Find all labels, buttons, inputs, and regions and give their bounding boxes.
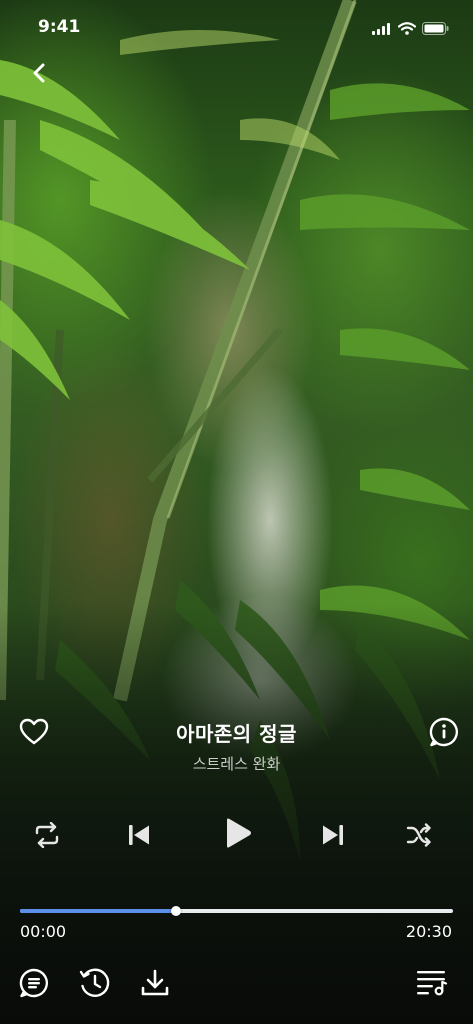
progress-slider[interactable]	[20, 902, 453, 920]
status-bar: 9:41	[0, 0, 473, 56]
bottom-gradient-overlay	[0, 604, 473, 1024]
status-icons	[372, 20, 449, 39]
elapsed-time: 00:00	[20, 922, 67, 941]
download-icon	[140, 968, 170, 1002]
play-button[interactable]	[220, 817, 256, 853]
lyrics-button[interactable]	[18, 968, 50, 1002]
text-bubble-icon	[19, 968, 49, 1002]
chevron-left-icon	[32, 62, 46, 88]
track-title: 아마존의 정글	[176, 722, 297, 746]
playlist-icon	[415, 968, 449, 1000]
skip-previous-icon	[127, 823, 151, 851]
back-button[interactable]	[24, 60, 54, 90]
skip-next-icon	[321, 823, 345, 851]
battery-icon	[422, 20, 449, 39]
track-subtitle: 스트레스 완화	[192, 755, 281, 773]
track-info: 아마존의 정글 스트레스 완화	[0, 718, 473, 774]
progress-fill	[20, 909, 176, 913]
next-button[interactable]	[318, 822, 348, 852]
progress-thumb[interactable]	[170, 906, 181, 916]
repeat-icon	[33, 821, 61, 852]
total-duration: 20:30	[405, 922, 452, 941]
status-time: 9:41	[38, 17, 81, 37]
previous-button[interactable]	[124, 822, 154, 852]
download-button[interactable]	[138, 968, 172, 1002]
shuffle-button[interactable]	[404, 822, 434, 852]
sleep-timer-button[interactable]	[78, 968, 112, 1002]
shuffle-icon	[406, 823, 432, 851]
wifi-icon	[397, 20, 417, 39]
cellular-signal-icon	[372, 20, 392, 39]
repeat-button[interactable]	[32, 821, 62, 852]
playlist-button[interactable]	[414, 968, 450, 1000]
play-icon	[223, 817, 253, 853]
player-screen: 9:41 아마존의 정글 스트레스 완화 00:00 20:30	[0, 0, 473, 1024]
sleep-timer-icon	[79, 967, 111, 1003]
